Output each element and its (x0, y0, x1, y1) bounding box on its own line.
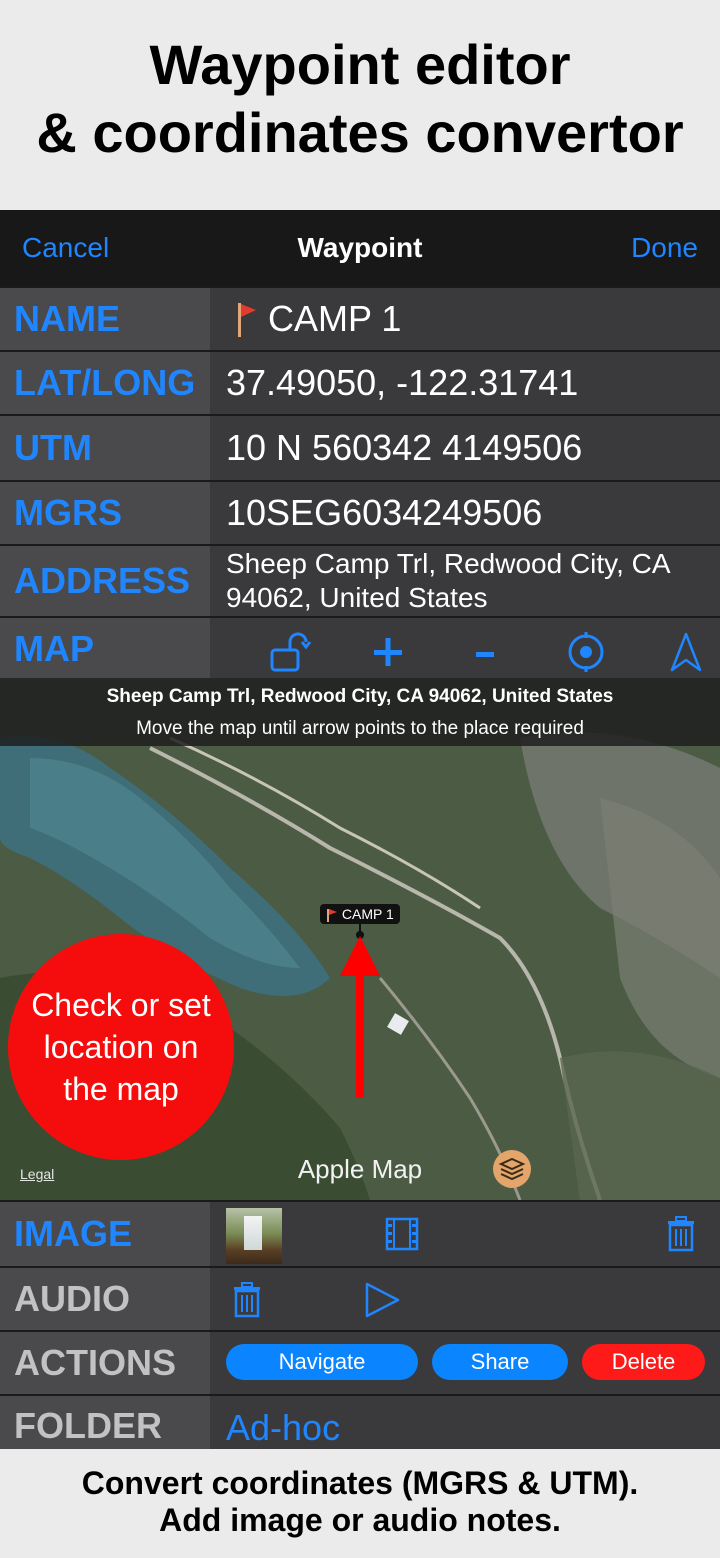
address-label: ADDRESS (0, 546, 210, 616)
map-label: MAP (0, 618, 210, 680)
rotate-lock-icon[interactable] (268, 630, 312, 674)
latlong-label: LAT/LONG (0, 352, 210, 414)
pin-label-text: CAMP 1 (341, 906, 394, 922)
folder-row: FOLDER Ad-hoc (0, 1394, 720, 1449)
promo-title-line-2: & coordinates convertor (36, 101, 684, 164)
audio-row: AUDIO (0, 1266, 720, 1330)
plus-icon[interactable] (366, 630, 410, 674)
promo-footer: Convert coordinates (MGRS & UTM). Add im… (0, 1449, 720, 1558)
navigation-bar: Cancel Waypoint Done (0, 210, 720, 286)
image-thumbnail[interactable] (226, 1208, 282, 1264)
map-toolbar (226, 618, 720, 680)
map-row: MAP (0, 616, 720, 680)
actions-row: ACTIONS Navigate Share Delete (0, 1330, 720, 1394)
utm-row: UTM 10 N 560342 4149506 (0, 414, 720, 480)
image-label: IMAGE (0, 1202, 210, 1266)
promo-header: Waypoint editor & coordinates convertor (0, 0, 720, 210)
mgrs-field[interactable]: 10SEG6034249506 (226, 482, 710, 544)
name-value: CAMP 1 (268, 298, 402, 339)
share-button[interactable]: Share (432, 1344, 568, 1380)
done-button[interactable]: Done (631, 232, 698, 264)
map-info-banner: Sheep Camp Trl, Redwood City, CA 94062, … (0, 678, 720, 746)
trash-icon[interactable] (666, 1216, 696, 1252)
film-icon[interactable] (384, 1216, 420, 1252)
map-pin-label[interactable]: CAMP 1 (320, 904, 400, 924)
actions-label: ACTIONS (0, 1332, 210, 1394)
name-field[interactable]: CAMP 1 (226, 288, 710, 350)
image-row: IMAGE (0, 1200, 720, 1266)
address-row: ADDRESS Sheep Camp Trl, Redwood City, CA… (0, 544, 720, 616)
trash-icon[interactable] (232, 1282, 262, 1318)
utm-label: UTM (0, 416, 210, 480)
latlong-row: LAT/LONG 37.49050, -122.31741 (0, 350, 720, 414)
name-label: NAME (0, 288, 210, 350)
minus-icon[interactable] (464, 630, 508, 674)
folder-value[interactable]: Ad-hoc (226, 1396, 710, 1451)
mgrs-label: MGRS (0, 482, 210, 544)
callout-text: Check or set location on the map (31, 987, 211, 1107)
promo-footer-line-2: Add image or audio notes. (159, 1502, 561, 1538)
utm-field[interactable]: 10 N 560342 4149506 (226, 416, 710, 480)
play-icon[interactable] (362, 1280, 402, 1320)
address-field[interactable]: Sheep Camp Trl, Redwood City, CA 94062, … (226, 546, 710, 616)
locate-icon[interactable] (564, 630, 608, 674)
flag-icon (327, 909, 337, 923)
navigation-arrow-icon[interactable] (664, 630, 708, 674)
promo-title-line-1: Waypoint editor (149, 33, 571, 96)
promo-footer-line-1: Convert coordinates (MGRS & UTM). (81, 1465, 639, 1501)
audio-label: AUDIO (0, 1268, 210, 1330)
map-hint: Move the map until arrow points to the p… (136, 718, 584, 739)
delete-button[interactable]: Delete (582, 1344, 705, 1380)
flag-icon (234, 301, 260, 337)
name-row: NAME CAMP 1 (0, 286, 720, 350)
layers-icon[interactable] (493, 1150, 531, 1188)
map-provider-label: Apple Map (297, 1154, 423, 1184)
callout-bubble: Check or set location on the map (8, 934, 234, 1160)
mgrs-row: MGRS 10SEG6034249506 (0, 480, 720, 544)
folder-label: FOLDER (0, 1396, 210, 1449)
latlong-field[interactable]: 37.49050, -122.31741 (226, 352, 710, 414)
navigate-button[interactable]: Navigate (226, 1344, 418, 1380)
cancel-button[interactable]: Cancel (22, 232, 109, 264)
map-address: Sheep Camp Trl, Redwood City, CA 94062, … (106, 686, 614, 707)
